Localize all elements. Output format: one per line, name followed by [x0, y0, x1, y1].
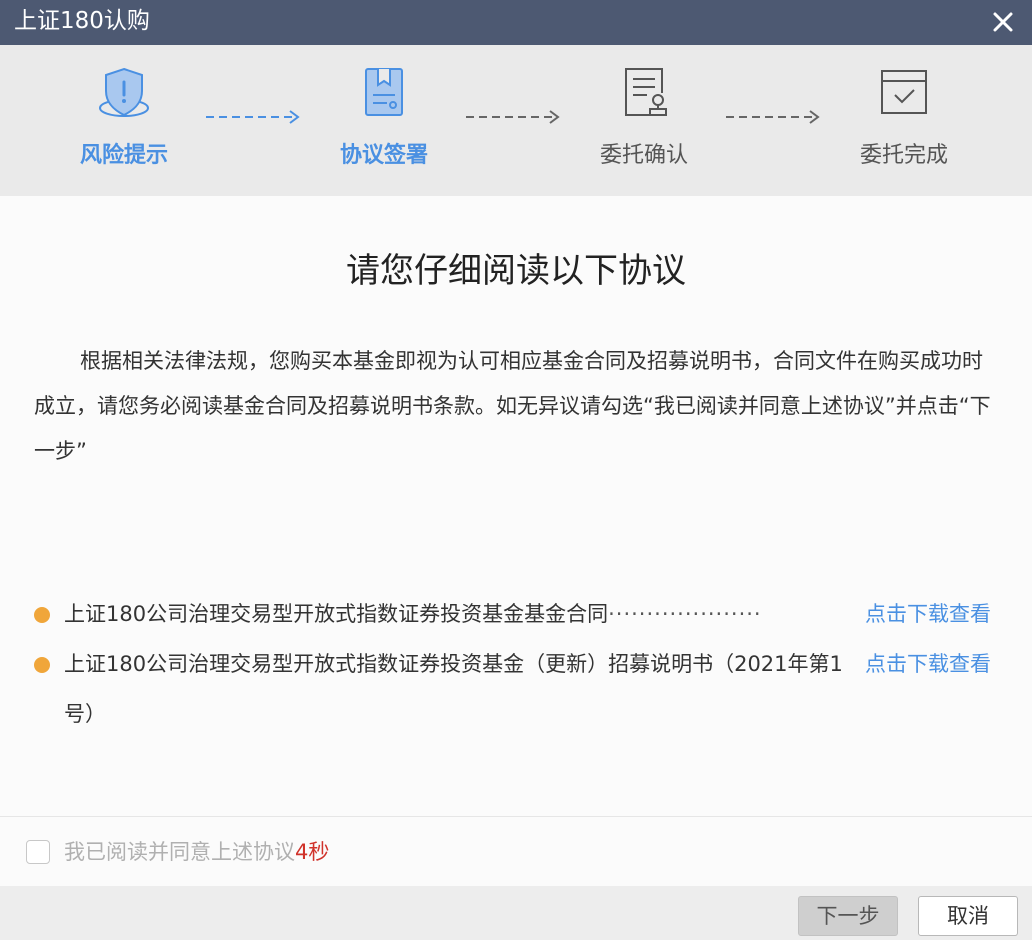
agreement-heading: 请您仔细阅读以下协议 — [346, 251, 686, 291]
certificate-document-icon — [354, 63, 414, 123]
document-name: 上证180公司治理交易型开放式指数证券投资基金（更新）招募说明书（2021年第1… — [64, 652, 843, 726]
agreement-confirm-row: 我已阅读并同意上述协议4秒 — [0, 816, 1032, 886]
step-order-confirm: 委托确认 — [574, 45, 714, 196]
agreement-paragraph: 根据相关法律法规，您购买本基金即视为认可相应基金合同及招募说明书，合同文件在购买… — [34, 349, 991, 463]
document-stamp-icon — [614, 63, 674, 123]
subscription-dialog: 上证180认购 风险提示 协议签署 委托确认 委托完成 请您仔细阅读以下协议 根… — [0, 0, 1032, 940]
list-item: 上证180公司治理交易型开放式指数证券投资基金（更新）招募说明书（2021年第1… — [34, 639, 999, 739]
title-bar: 上证180认购 — [0, 0, 1032, 45]
next-step-button[interactable]: 下一步 — [798, 896, 898, 936]
dot-leader: ···················· — [608, 602, 762, 626]
step-label: 风险提示 — [79, 143, 168, 168]
arrow-right-icon — [724, 107, 824, 127]
agree-text: 我已阅读并同意上述协议 — [64, 840, 295, 864]
progress-steps: 风险提示 协议签署 委托确认 委托完成 — [0, 45, 1032, 196]
dialog-title: 上证180认购 — [14, 8, 150, 34]
bullet-dot-icon — [34, 607, 50, 623]
arrow-right-icon — [464, 107, 564, 127]
step-order-complete: 委托完成 — [834, 45, 974, 196]
close-icon[interactable] — [986, 5, 1020, 39]
download-link[interactable]: 点击下载查看 — [865, 639, 991, 689]
step-label: 协议签署 — [339, 143, 428, 168]
countdown-timer: 4秒 — [295, 840, 330, 864]
dialog-footer: 下一步 取消 — [0, 886, 1032, 940]
agree-checkbox[interactable] — [26, 840, 50, 864]
step-risk-notice: 风险提示 — [54, 45, 194, 196]
agreement-content: 请您仔细阅读以下协议 根据相关法律法规，您购买本基金即视为认可相应基金合同及招募… — [0, 196, 1032, 816]
calendar-check-icon — [874, 63, 934, 123]
download-link[interactable]: 点击下载查看 — [865, 589, 991, 639]
shield-warning-icon — [94, 63, 154, 123]
list-item: 上证180公司治理交易型开放式指数证券投资基金基金合同·············… — [34, 589, 999, 639]
cancel-button[interactable]: 取消 — [918, 896, 1018, 936]
step-label: 委托确认 — [599, 143, 688, 168]
document-list: 上证180公司治理交易型开放式指数证券投资基金基金合同·············… — [34, 589, 999, 739]
step-label: 委托完成 — [859, 143, 948, 168]
bullet-dot-icon — [34, 657, 50, 673]
arrow-right-icon — [204, 107, 304, 127]
step-agreement-signing: 协议签署 — [314, 45, 454, 196]
agree-label: 我已阅读并同意上述协议4秒 — [64, 835, 329, 869]
document-name: 上证180公司治理交易型开放式指数证券投资基金基金合同 — [64, 602, 609, 626]
